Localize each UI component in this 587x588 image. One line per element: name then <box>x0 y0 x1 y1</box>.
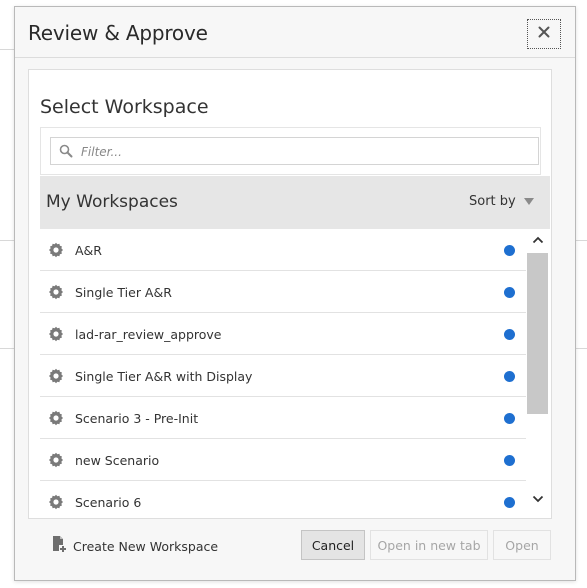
chevron-up-icon <box>532 231 544 249</box>
sort-by-dropdown[interactable]: Sort by <box>469 194 534 209</box>
workspace-name: A&R <box>75 243 102 258</box>
gear-icon <box>48 494 64 510</box>
status-dot <box>504 329 515 340</box>
gear-icon <box>48 284 64 305</box>
workspace-row[interactable]: lad-rar_review_approve <box>40 313 526 355</box>
background-divider <box>576 348 587 349</box>
gear-icon <box>48 242 64 263</box>
caret-down-icon <box>523 198 534 205</box>
document-add-icon <box>51 535 67 558</box>
background-divider <box>0 49 14 50</box>
gear-icon <box>48 452 64 473</box>
filter-box <box>50 137 539 165</box>
scroll-down-button[interactable] <box>526 488 550 510</box>
dialog-header: Review & Approve <box>15 7 575 58</box>
gear-icon <box>48 368 64 389</box>
status-dot <box>504 497 515 508</box>
cancel-button[interactable]: Cancel <box>301 530 365 560</box>
gear-icon <box>48 410 64 431</box>
workspace-name: lad-rar_review_approve <box>75 327 222 342</box>
search-icon <box>59 144 73 163</box>
workspace-list: A&R Single Tier A&R lad-rar_review_approve… <box>40 229 550 510</box>
workspace-row[interactable]: Single Tier A&R <box>40 271 526 313</box>
review-approve-dialog: Review & Approve Select Workspace Filter… <box>14 6 576 581</box>
workspace-row[interactable]: Single Tier A&R with Display <box>40 355 526 397</box>
workspace-name: Single Tier A&R <box>75 285 172 300</box>
status-dot <box>504 287 515 298</box>
close-button[interactable] <box>527 19 561 49</box>
list-scrollbar[interactable] <box>526 229 550 510</box>
workspace-row[interactable]: Scenario 6 <box>40 481 526 510</box>
status-dot <box>504 371 515 382</box>
scrollbar-thumb[interactable] <box>527 253 548 414</box>
workspace-panel: Select Workspace My Workspaces Sort by A <box>28 69 552 519</box>
create-new-workspace-label: Create New Workspace <box>73 539 219 554</box>
open-button[interactable]: Open <box>493 530 551 560</box>
workspace-row[interactable]: Scenario 3 - Pre-Init <box>40 397 526 439</box>
workspace-row[interactable]: A&R <box>40 229 526 271</box>
close-icon <box>538 25 550 43</box>
chevron-down-icon <box>532 490 544 508</box>
gear-icon <box>48 326 64 347</box>
workspace-name: Single Tier A&R with Display <box>75 369 253 384</box>
background-divider <box>0 348 14 349</box>
workspace-row[interactable]: new Scenario <box>40 439 526 481</box>
open-in-new-tab-button[interactable]: Open in new tab <box>370 530 488 560</box>
workspace-name: Scenario 6 <box>75 495 142 510</box>
background-divider <box>0 240 14 241</box>
filter-input[interactable] <box>79 141 523 163</box>
scroll-up-button[interactable] <box>526 229 550 251</box>
workspaces-header: My Workspaces Sort by <box>40 176 550 229</box>
sort-by-label: Sort by <box>469 194 516 209</box>
status-dot <box>504 245 515 256</box>
status-dot <box>504 455 515 466</box>
panel-title: Select Workspace <box>40 96 209 118</box>
workspaces-title: My Workspaces <box>46 192 178 212</box>
dialog-title: Review & Approve <box>28 21 208 45</box>
workspace-name: Scenario 3 - Pre-Init <box>75 411 199 426</box>
filter-container <box>40 127 541 175</box>
create-new-workspace-button[interactable]: Create New Workspace <box>51 535 218 558</box>
status-dot <box>504 413 515 424</box>
workspace-name: new Scenario <box>75 453 160 468</box>
background-divider <box>576 240 587 241</box>
